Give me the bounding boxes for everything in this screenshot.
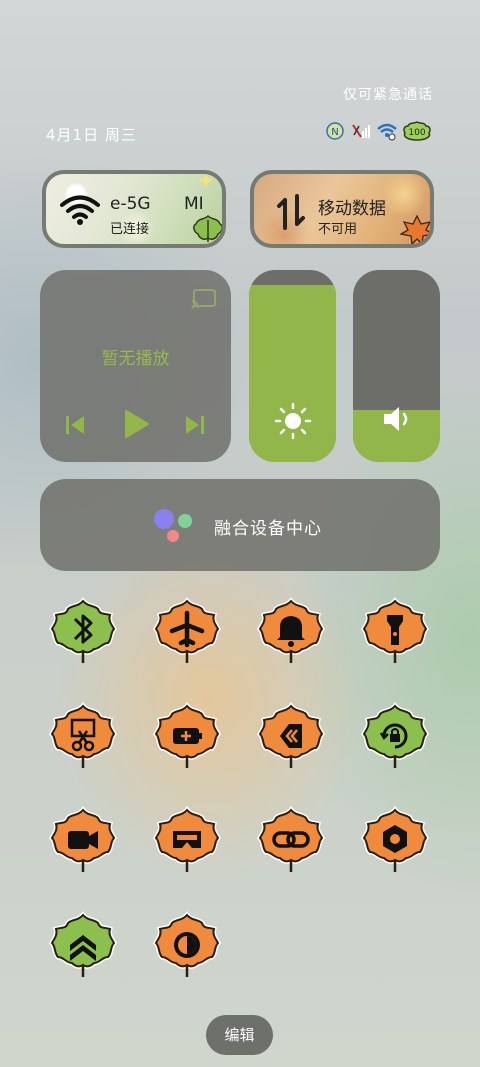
play-icon[interactable] (124, 409, 150, 443)
hexagon-gear-icon (360, 806, 430, 872)
date-text[interactable]: 4月1日 周三 (46, 124, 137, 145)
bluetooth-toggle[interactable] (48, 597, 118, 667)
scissors-icon (48, 702, 118, 768)
sun-icon (274, 402, 312, 444)
battery-plus-icon (152, 702, 222, 768)
bell-icon (256, 597, 326, 663)
volume-slider[interactable] (353, 270, 440, 462)
mobile-data-status: 不可用 (318, 222, 358, 237)
status-icons: N 100 (324, 120, 432, 142)
brightness-slider[interactable] (249, 270, 336, 462)
video-camera-icon (48, 806, 118, 872)
cast-icon[interactable] (191, 288, 217, 314)
next-track-icon[interactable] (184, 414, 206, 440)
fusion-label: 融合设备中心 (214, 519, 322, 539)
dark-mode-toggle[interactable] (152, 911, 222, 981)
sparkle-icon (198, 174, 214, 192)
flashlight-icon (360, 597, 430, 663)
no-signal-icon (350, 120, 372, 142)
mobile-data-tile[interactable]: 移动数据 不可用 (250, 170, 434, 248)
data-arrows-icon (276, 194, 306, 234)
fusion-dots-icon (151, 507, 197, 549)
airplane-mode-toggle[interactable] (152, 597, 222, 667)
performance-toggle[interactable] (48, 911, 118, 981)
fusion-device-center[interactable]: 融合设备中心 (40, 479, 440, 571)
speaker-icon (381, 404, 415, 438)
rotation-lock-toggle[interactable] (360, 702, 430, 772)
vr-headset-icon (152, 806, 222, 872)
previous-track-icon[interactable] (64, 414, 86, 440)
wifi-status-icon (376, 120, 398, 142)
wifi-tile[interactable]: e-5G MI 已连接 (42, 170, 226, 248)
media-status-text: 暂无播放 (101, 349, 170, 369)
double-chevron-up-icon (48, 911, 118, 977)
link-icon (256, 806, 326, 872)
ring-mode-toggle[interactable] (256, 597, 326, 667)
wifi-name-suffix: MI (184, 194, 204, 214)
wifi-name-text: e-5G (110, 194, 151, 214)
emergency-call-text: 仅可紧急通话 (343, 87, 433, 103)
battery-icon: 100 (402, 120, 432, 142)
battery-level-text: 100 (408, 128, 425, 138)
share-toggle[interactable] (256, 702, 326, 772)
screenshot-toggle[interactable] (48, 702, 118, 772)
edit-button[interactable]: 编辑 (206, 1015, 273, 1055)
share-icon (256, 702, 326, 768)
green-leaf-decoration-icon (192, 214, 222, 244)
nfc-icon: N (324, 120, 346, 142)
link-toggle[interactable] (256, 806, 326, 876)
orange-leaf-decoration-icon (399, 214, 430, 244)
wifi-status-text: 已连接 (110, 222, 150, 237)
mobile-data-title: 移动数据 (318, 199, 386, 219)
media-player-card[interactable]: 暂无播放 (40, 270, 231, 462)
airplane-icon (152, 597, 222, 663)
vr-toggle[interactable] (152, 806, 222, 876)
contrast-icon (152, 911, 222, 977)
wifi-icon (60, 194, 100, 230)
rotation-lock-icon (360, 702, 430, 768)
bluetooth-icon (48, 597, 118, 663)
battery-saver-toggle[interactable] (152, 702, 222, 772)
settings-toggle[interactable] (360, 806, 430, 876)
screen-record-toggle[interactable] (48, 806, 118, 876)
flashlight-toggle[interactable] (360, 597, 430, 667)
svg-text:N: N (331, 127, 338, 138)
